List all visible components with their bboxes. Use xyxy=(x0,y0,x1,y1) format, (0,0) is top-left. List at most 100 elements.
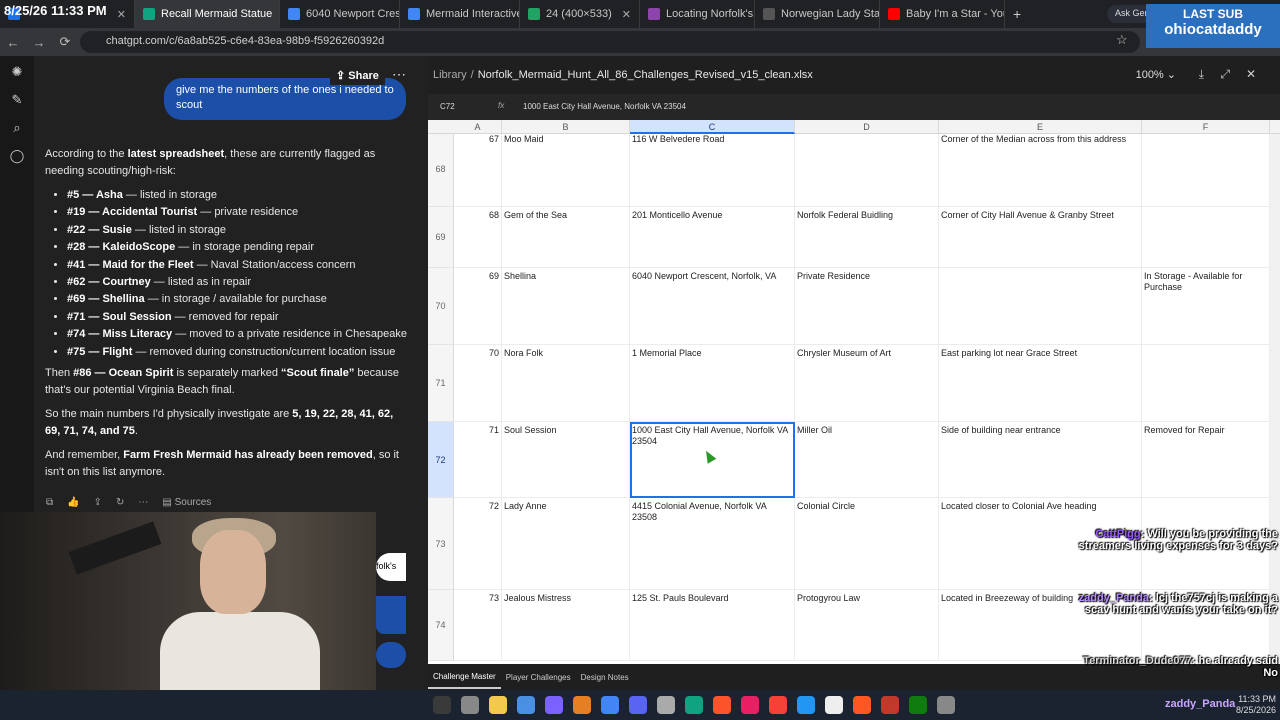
browser-tab[interactable]: Norwegian Lady Statue✕ xyxy=(755,0,880,28)
store-icon[interactable] xyxy=(573,696,591,714)
table-cell[interactable]: Colonial Circle xyxy=(795,498,939,590)
help-icon[interactable] xyxy=(797,696,815,714)
voice-button[interactable] xyxy=(376,642,406,668)
teams-icon[interactable] xyxy=(545,696,563,714)
table-cell[interactable]: Gem of the Sea xyxy=(502,207,630,268)
table-cell[interactable]: Chrysler Museum of Art xyxy=(795,345,939,422)
browser-tab[interactable]: Mermaid Interactive Sp✕ xyxy=(400,0,520,28)
table-cell[interactable]: Corner of City Hall Avenue & Granby Stre… xyxy=(939,207,1142,268)
vertical-scrollbar[interactable] xyxy=(1270,134,1280,664)
column-header[interactable]: D xyxy=(795,120,939,134)
row-header[interactable]: 74 xyxy=(428,590,454,661)
table-cell[interactable]: 1 Memorial Place xyxy=(630,345,795,422)
table-cell[interactable]: East parking lot near Grace Street xyxy=(939,345,1142,422)
chatgpt-icon[interactable] xyxy=(685,696,703,714)
row-header[interactable]: 68 xyxy=(428,134,454,207)
chatgpt-logo-icon[interactable]: ✺ xyxy=(0,64,34,80)
more-options-icon[interactable]: ⋯ xyxy=(392,66,406,83)
column-header[interactable]: C xyxy=(630,120,795,134)
new-tab-icon[interactable]: + xyxy=(1013,6,1021,22)
table-cell[interactable] xyxy=(795,134,939,207)
table-cell[interactable]: Protogyrou Law xyxy=(795,590,939,661)
column-header[interactable]: A xyxy=(454,120,502,134)
browser-tab[interactable]: Baby I'm a Star - YouT✕ xyxy=(880,0,1005,28)
row-header[interactable]: 70 xyxy=(428,268,454,345)
table-cell[interactable]: Moo Maid xyxy=(502,134,630,207)
column-header[interactable]: F xyxy=(1142,120,1270,134)
search-icon[interactable] xyxy=(433,696,451,714)
bookmark-star-icon[interactable]: ☆ xyxy=(1116,32,1128,48)
close-icon[interactable]: ✕ xyxy=(1246,67,1256,81)
discord-icon[interactable] xyxy=(629,696,647,714)
column-header[interactable]: E xyxy=(939,120,1142,134)
table-cell[interactable] xyxy=(1142,134,1270,207)
table-cell[interactable]: 201 Monticello Avenue xyxy=(630,207,795,268)
table-cell[interactable]: Private Residence xyxy=(795,268,939,345)
sources-button[interactable]: ▤ Sources xyxy=(162,497,211,508)
chat-bubble-icon[interactable]: ◯ xyxy=(0,148,34,164)
brave-icon[interactable] xyxy=(713,696,731,714)
table-cell[interactable]: 72 xyxy=(454,498,502,590)
copilot-icon[interactable] xyxy=(517,696,535,714)
share-button[interactable]: ⇪ Share xyxy=(330,66,385,85)
share-icon[interactable]: ⇪ xyxy=(94,497,102,508)
table-cell[interactable]: 116 W Belvedere Road xyxy=(630,134,795,207)
table-cell[interactable] xyxy=(1142,345,1270,422)
row-header[interactable]: 71 xyxy=(428,345,454,422)
app-icon[interactable] xyxy=(769,696,787,714)
table-cell[interactable]: Lady Anne xyxy=(502,498,630,590)
file-explorer-icon[interactable] xyxy=(489,696,507,714)
reload-icon[interactable]: ⟳ xyxy=(52,34,78,50)
popup-button[interactable] xyxy=(376,596,406,634)
table-cell[interactable]: 71 xyxy=(454,422,502,498)
table-cell[interactable] xyxy=(1142,207,1270,268)
url-input[interactable]: chatgpt.com/c/6a8ab525-c6e4-83ea-98b9-f5… xyxy=(80,31,1140,53)
close-tab-icon[interactable]: ✕ xyxy=(616,8,631,21)
library-breadcrumb[interactable]: Library xyxy=(433,69,467,81)
table-cell[interactable]: 68 xyxy=(454,207,502,268)
download-icon[interactable]: ⤓ xyxy=(1199,67,1204,82)
regenerate-icon[interactable]: ↻ xyxy=(116,497,124,508)
table-cell[interactable] xyxy=(939,268,1142,345)
row-header[interactable]: 69 xyxy=(428,207,454,268)
table-cell[interactable]: 69 xyxy=(454,268,502,345)
browser-tab[interactable]: 24 (400×533) ✕ xyxy=(520,0,640,28)
thumbs-up-icon[interactable]: 👍 xyxy=(67,497,79,508)
forward-icon[interactable]: → xyxy=(26,35,52,50)
opera-icon[interactable] xyxy=(881,696,899,714)
music-icon[interactable] xyxy=(741,696,759,714)
table-cell[interactable]: 70 xyxy=(454,345,502,422)
close-tab-icon[interactable]: ✕ xyxy=(272,8,279,21)
row-header[interactable]: 73 xyxy=(428,498,454,590)
table-cell[interactable]: Side of building near entrance xyxy=(939,422,1142,498)
browser-tab[interactable]: 6040 Newport Crescen✕ xyxy=(280,0,400,28)
cell-reference[interactable]: C72 xyxy=(440,102,455,111)
table-cell[interactable]: 6040 Newport Crescent, Norfolk, VA xyxy=(630,268,795,345)
table-cell[interactable]: Soul Session xyxy=(502,422,630,498)
sheet-tab[interactable]: Challenge Master xyxy=(428,666,501,689)
table-cell[interactable]: Removed for Repair xyxy=(1142,422,1270,498)
close-tab-icon[interactable]: ✕ xyxy=(111,8,126,21)
table-cell[interactable]: Miller Oil xyxy=(795,422,939,498)
task-view-icon[interactable] xyxy=(461,696,479,714)
browser-tab[interactable]: Locating Norfolk's Bay✕ xyxy=(640,0,755,28)
table-cell[interactable]: Shellina xyxy=(502,268,630,345)
more-icon[interactable]: ⋯ xyxy=(138,497,148,508)
table-cell[interactable]: In Storage - Available for Purchase xyxy=(1142,268,1270,345)
steam-icon[interactable] xyxy=(937,696,955,714)
app-icon[interactable] xyxy=(853,696,871,714)
table-cell[interactable]: 4415 Colonial Avenue, Norfolk VA 23508 xyxy=(630,498,795,590)
browser-tab[interactable]: Recall Mermaid Statue✕ xyxy=(135,0,280,28)
back-icon[interactable]: ← xyxy=(0,35,26,50)
column-header[interactable]: B xyxy=(502,120,630,134)
copy-icon[interactable]: ⧉ xyxy=(46,497,53,508)
github-icon[interactable] xyxy=(657,696,675,714)
sheet-tab[interactable]: Player Challenges xyxy=(501,667,576,688)
formula-input[interactable]: 1000 East City Hall Avenue, Norfolk VA 2… xyxy=(523,102,686,111)
table-cell[interactable]: 67 xyxy=(454,134,502,207)
xbox-icon[interactable] xyxy=(909,696,927,714)
table-cell[interactable]: 73 xyxy=(454,590,502,661)
sheet-tab[interactable]: Design Notes xyxy=(576,667,634,688)
table-cell[interactable]: 125 St. Pauls Boulevard xyxy=(630,590,795,661)
table-cell[interactable]: Corner of the Median across from this ad… xyxy=(939,134,1142,207)
